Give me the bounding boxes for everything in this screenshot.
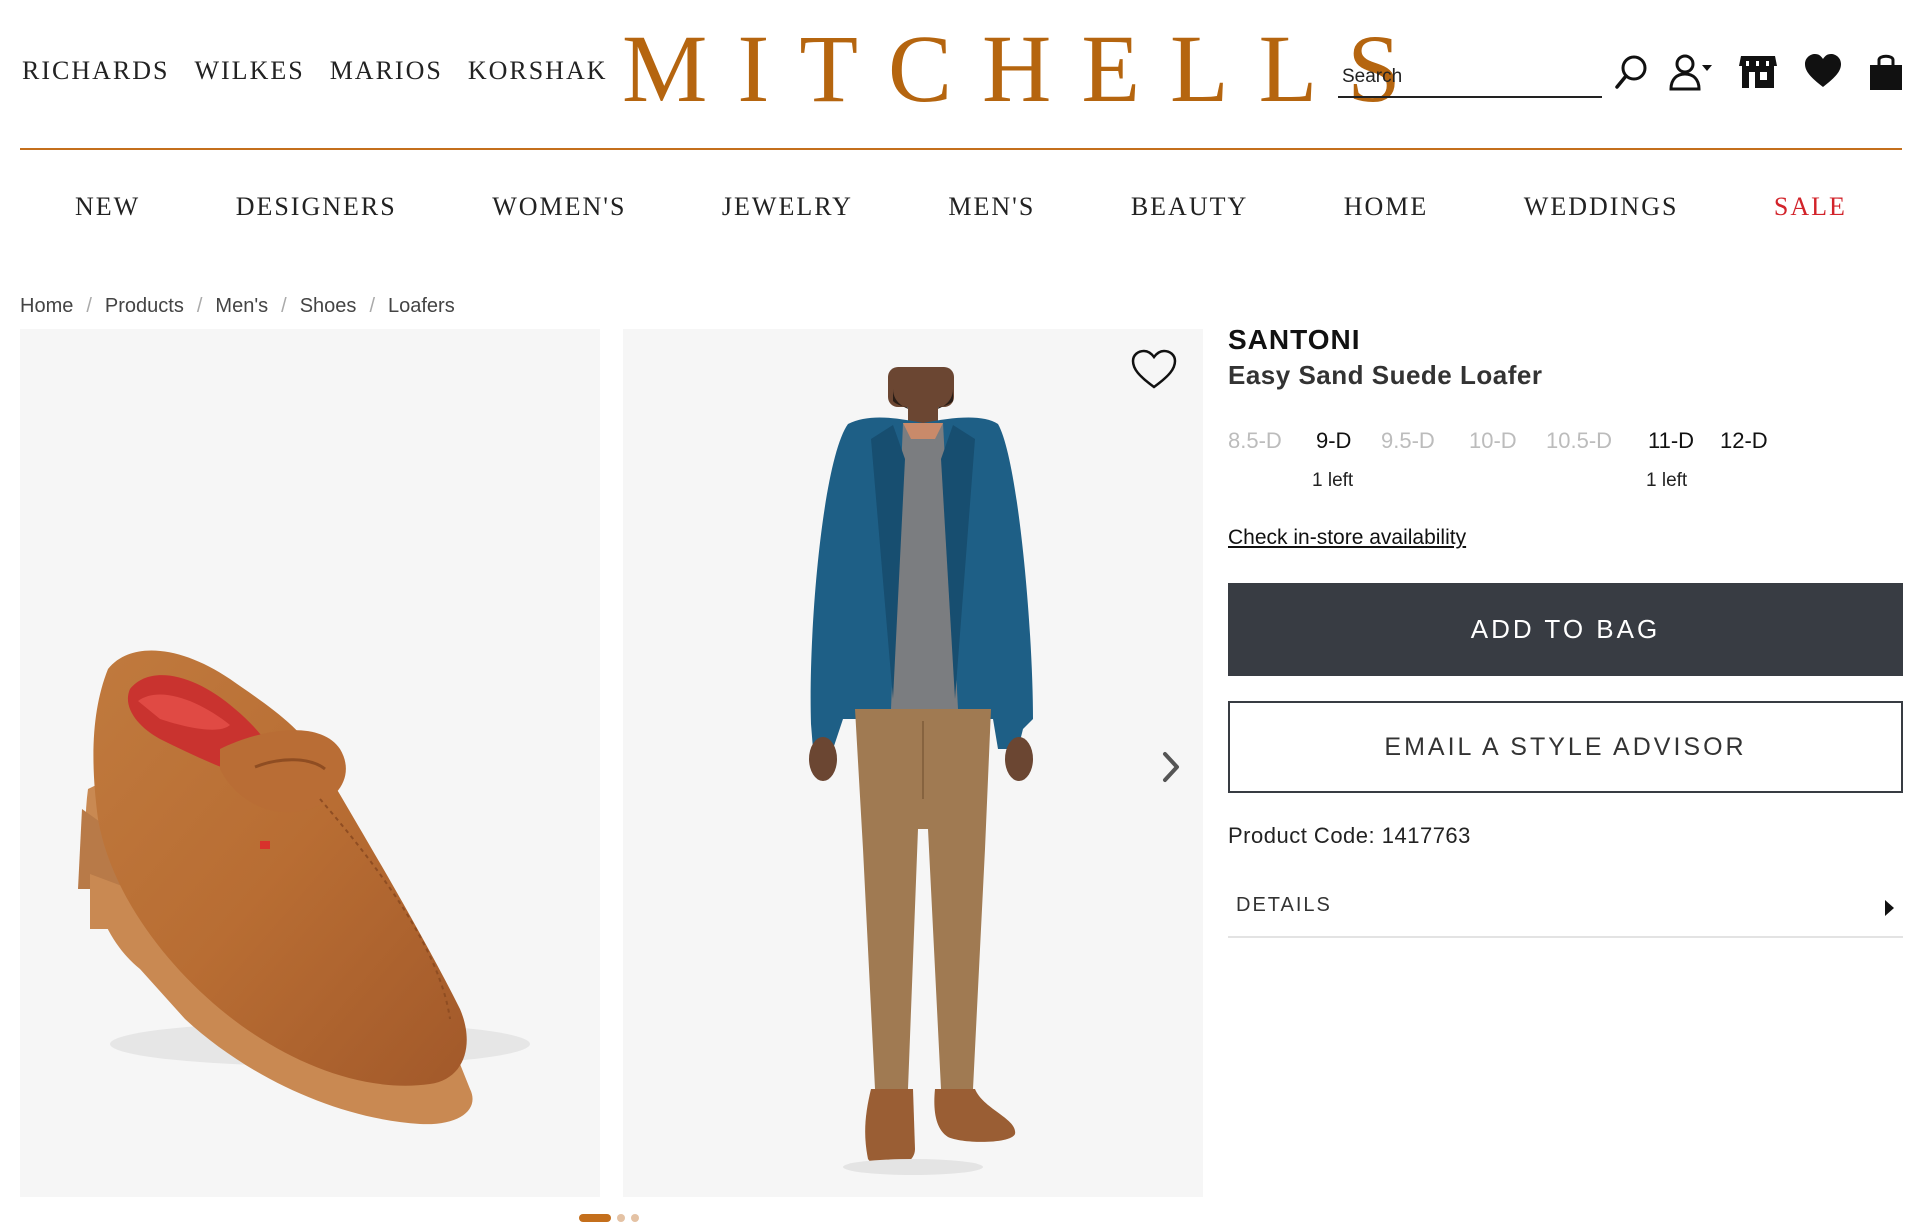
size-label: 9.5-D xyxy=(1381,428,1435,453)
size-label: 11-D xyxy=(1648,428,1695,453)
stock-note: 1 left xyxy=(1646,470,1688,491)
size-label: 10.5-D xyxy=(1546,428,1613,453)
breadcrumb-home[interactable]: Home xyxy=(20,295,73,318)
nav-beauty[interactable]: BEAUTY xyxy=(1131,192,1248,222)
site-logo[interactable]: MITCHELLS xyxy=(622,14,1401,124)
gallery-dot-2[interactable] xyxy=(617,1214,625,1222)
nav-new[interactable]: NEW xyxy=(75,192,140,222)
size-label: 10-D xyxy=(1469,428,1517,453)
store-link-korshak[interactable]: KORSHAK xyxy=(468,56,608,86)
nav-mens[interactable]: MEN'S xyxy=(948,192,1035,222)
caret-right-icon xyxy=(1883,898,1895,923)
breadcrumb-shoes[interactable]: Shoes xyxy=(300,295,357,318)
breadcrumb-separator: / xyxy=(196,295,203,317)
store-link-richards[interactable]: RICHARDS xyxy=(22,56,169,86)
nav-jewelry[interactable]: JEWELRY xyxy=(722,192,853,222)
loafer-product-image[interactable] xyxy=(20,329,600,1197)
main-navigation: NEW DESIGNERS WOMEN'S JEWELRY MEN'S BEAU… xyxy=(20,192,1902,222)
product-code: Product Code: 1417763 xyxy=(1228,823,1471,848)
size-option-11-d[interactable]: 11-D 1 left xyxy=(1646,428,1695,491)
email-style-advisor-button[interactable]: EMAIL A STYLE ADVISOR xyxy=(1228,701,1903,793)
check-instore-availability-link[interactable]: Check in-store availability xyxy=(1228,526,1466,550)
breadcrumb: Home / Products / Men's / Shoes / Loafer… xyxy=(20,295,455,318)
size-label: 12-D xyxy=(1720,428,1768,453)
details-accordion[interactable]: DETAILS xyxy=(1228,876,1903,938)
size-option-10-d[interactable]: 10-D xyxy=(1469,428,1517,454)
breadcrumb-separator: / xyxy=(86,295,92,317)
account-icon[interactable] xyxy=(1668,52,1714,97)
size-option-8-5-d[interactable]: 8.5-D xyxy=(1228,428,1282,454)
store-icon[interactable] xyxy=(1738,52,1778,97)
breadcrumb-mens[interactable]: Men's xyxy=(215,295,268,318)
breadcrumb-separator: / xyxy=(369,295,375,317)
gallery-dot-1[interactable] xyxy=(579,1214,611,1222)
heart-icon[interactable] xyxy=(1804,52,1842,97)
header-divider xyxy=(20,148,1902,150)
breadcrumb-separator: / xyxy=(281,295,287,317)
breadcrumb-products[interactable]: Products xyxy=(105,295,184,318)
search-icon[interactable] xyxy=(1614,52,1650,97)
size-label: 8.5-D xyxy=(1228,428,1282,453)
product-brand[interactable]: SANTONI xyxy=(1228,324,1361,356)
bag-icon[interactable] xyxy=(1868,52,1904,97)
size-label: 9-D xyxy=(1316,428,1352,453)
details-label: DETAILS xyxy=(1236,894,1332,916)
nav-home[interactable]: HOME xyxy=(1344,192,1429,222)
nav-sale[interactable]: SALE xyxy=(1774,192,1847,222)
gallery-pagination xyxy=(579,1214,639,1222)
sister-store-links: RICHARDS WILKES MARIOS KORSHAK xyxy=(22,56,608,86)
size-option-12-d[interactable]: 12-D xyxy=(1720,428,1768,454)
size-option-10-5-d[interactable]: 10.5-D xyxy=(1546,428,1612,454)
gallery-dot-3[interactable] xyxy=(631,1214,639,1222)
product-name: Easy Sand Suede Loafer xyxy=(1228,360,1543,390)
search-box xyxy=(1338,60,1602,98)
breadcrumb-loafers[interactable]: Loafers xyxy=(388,295,455,318)
add-to-wishlist-heart-icon[interactable] xyxy=(1130,348,1178,397)
stock-note: 1 left xyxy=(1312,470,1354,491)
nav-weddings[interactable]: WEDDINGS xyxy=(1524,192,1679,222)
store-link-marios[interactable]: MARIOS xyxy=(330,56,443,86)
size-option-9-5-d[interactable]: 9.5-D xyxy=(1381,428,1435,454)
nav-designers[interactable]: DESIGNERS xyxy=(236,192,397,222)
store-link-wilkes[interactable]: WILKES xyxy=(194,56,304,86)
model-wearing-outfit-image[interactable] xyxy=(623,329,1203,1197)
nav-womens[interactable]: WOMEN'S xyxy=(492,192,626,222)
next-image-chevron-icon[interactable] xyxy=(1159,748,1183,791)
search-input[interactable] xyxy=(1338,60,1602,94)
add-to-bag-button[interactable]: ADD TO BAG xyxy=(1228,583,1903,676)
size-option-9-d[interactable]: 9-D 1 left xyxy=(1312,428,1353,491)
